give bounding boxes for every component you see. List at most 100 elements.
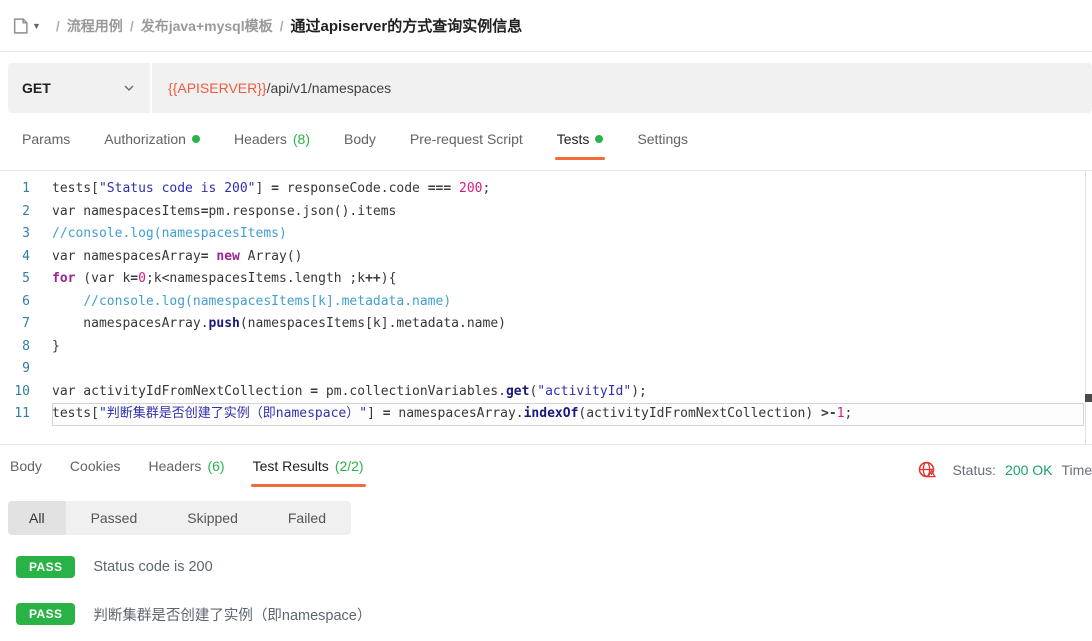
code-token: "activityId" (537, 384, 631, 399)
code-token: pm.collectionVariables. (318, 384, 506, 399)
method-label: GET (22, 80, 51, 96)
code-line[interactable]: 8} (0, 336, 1092, 359)
code-text: var namespacesArray= new Array() (52, 246, 1084, 269)
code-token: "判断集群是否创建了实例（即namespace）" (99, 406, 367, 421)
code-text (52, 358, 1084, 381)
code-line[interactable]: 1tests["Status code is 200"] = responseC… (0, 178, 1092, 201)
tab-body[interactable]: Body (344, 131, 376, 160)
code-token: = (271, 181, 279, 196)
line-number: 3 (0, 223, 52, 246)
tab-label: Body (10, 458, 42, 474)
breadcrumb-item[interactable]: 流程用例 (67, 18, 123, 34)
code-line[interactable]: 9 (0, 358, 1092, 381)
code-token: (activityIdFromNextCollection) (578, 406, 821, 421)
code-token: pm.response.json().items (209, 204, 397, 219)
editor-scrollbar[interactable] (1085, 171, 1092, 444)
green-dot-icon (192, 135, 200, 143)
tab-count: (8) (293, 131, 310, 147)
line-number: 8 (0, 336, 52, 359)
breadcrumb-separator: / (130, 18, 134, 34)
tab-authorization[interactable]: Authorization (104, 131, 200, 160)
code-line[interactable]: 10var activityIdFromNextCollection = pm.… (0, 381, 1092, 404)
code-token: (var k (75, 271, 130, 286)
line-number: 4 (0, 246, 52, 269)
tab-label: Headers (149, 458, 202, 474)
code-line[interactable]: 3//console.log(namespacesItems) (0, 223, 1092, 246)
code-line[interactable]: 7 namespacesArray.push(namespacesItems[k… (0, 313, 1092, 336)
filter-failed[interactable]: Failed (263, 501, 351, 535)
method-select[interactable]: GET (8, 63, 152, 113)
request-file-icon[interactable] (12, 17, 29, 35)
line-number: 2 (0, 201, 52, 224)
code-token: >- (821, 406, 837, 421)
tab-label: Tests (557, 131, 590, 147)
tab-test-results[interactable]: Test Results(2/2) (253, 458, 364, 487)
code-text: //console.log(namespacesItems) (52, 223, 1084, 246)
time-label: Time: (1062, 462, 1092, 478)
tab-headers[interactable]: Headers(6) (149, 458, 225, 487)
code-token (52, 294, 83, 309)
response-tabs: Body Cookies Headers(6) Test Results(2/2) (10, 458, 364, 487)
breadcrumb-item[interactable]: 通过apiserver的方式查询实例信息 (290, 18, 522, 35)
chevron-down-icon[interactable]: ▼ (32, 21, 41, 31)
code-token: (namespacesItems[k].metadata.name) (240, 316, 506, 331)
code-token: 0 (138, 271, 146, 286)
tab-body[interactable]: Body (10, 458, 42, 487)
tests-code-editor[interactable]: 1tests["Status code is 200"] = responseC… (0, 171, 1092, 445)
code-line[interactable]: 6 //console.log(namespacesItems[k].metad… (0, 291, 1092, 314)
network-error-globe-icon[interactable] (917, 460, 937, 480)
line-number: 1 (0, 178, 52, 201)
code-text: var namespacesItems=pm.response.json().i… (52, 201, 1084, 224)
code-token: namespacesArray. (391, 406, 524, 421)
breadcrumb-item[interactable]: 发布java+mysql模板 (141, 18, 273, 34)
code-line[interactable]: 4var namespacesArray= new Array() (0, 246, 1092, 269)
code-token: indexOf (524, 406, 579, 421)
filter-all[interactable]: All (8, 501, 66, 535)
response-header: Body Cookies Headers(6) Test Results(2/2) S… (0, 445, 1092, 491)
code-token: } (52, 339, 60, 354)
chevron-down-icon (122, 81, 136, 95)
code-line[interactable]: 5for (var k=0;k<namespacesItems.length ;… (0, 268, 1092, 291)
test-results-list: PASSStatus code is 200PASS判断集群是否创建了实例（即n… (0, 556, 1092, 625)
pass-badge: PASS (16, 603, 75, 625)
request-bar: GET {{APISERVER}}/api/v1/namespaces (8, 63, 1092, 113)
green-dot-icon (595, 135, 603, 143)
tab-label: Params (22, 131, 70, 147)
code-token: ] (367, 406, 383, 421)
tab-headers[interactable]: Headers (8) (234, 131, 310, 160)
filter-passed[interactable]: Passed (66, 501, 163, 535)
code-token: = (310, 384, 318, 399)
tab-count: (2/2) (335, 458, 364, 474)
filter-skipped[interactable]: Skipped (162, 501, 263, 535)
code-token: //console.log(namespacesItems[k].metadat… (83, 294, 451, 309)
tab-tests[interactable]: Tests (557, 131, 604, 160)
response-status: Status: 200 OK Time: (917, 458, 1092, 480)
code-token: var namespacesArray (52, 249, 201, 264)
status-value: 200 OK (1005, 462, 1052, 478)
code-token: ] (256, 181, 272, 196)
request-tabs: Params Authorization Headers (8) Body Pre-req… (0, 113, 1092, 171)
url-path: /api/v1/namespaces (267, 80, 392, 96)
tab-pre-request-script[interactable]: Pre-request Script (410, 131, 523, 160)
code-token: new (216, 249, 239, 264)
breadcrumb: /流程用例/发布java+mysql模板/通过apiserver的方式查询实例信… (49, 15, 522, 36)
tab-cookies[interactable]: Cookies (70, 458, 121, 487)
code-token: for (52, 271, 75, 286)
tab-label: Pre-request Script (410, 131, 523, 147)
code-line[interactable]: 2var namespacesItems=pm.response.json().… (0, 201, 1092, 224)
line-number: 7 (0, 313, 52, 336)
code-token: === (428, 181, 451, 196)
code-token: tests[ (52, 181, 99, 196)
code-token: ++ (365, 271, 381, 286)
url-input[interactable]: {{APISERVER}}/api/v1/namespaces (152, 63, 1092, 113)
code-text: var activityIdFromNextCollection = pm.co… (52, 381, 1084, 404)
tab-label: Headers (234, 131, 287, 147)
code-token: Array() (240, 249, 303, 264)
code-line[interactable]: 11tests["判断集群是否创建了实例（即namespace）"] = nam… (0, 403, 1092, 426)
code-token: = (201, 204, 209, 219)
tab-label: Authorization (104, 131, 186, 147)
tab-settings[interactable]: Settings (637, 131, 688, 160)
tab-params[interactable]: Params (22, 131, 70, 160)
code-token: "Status code is 200" (99, 181, 256, 196)
code-token: push (209, 316, 240, 331)
